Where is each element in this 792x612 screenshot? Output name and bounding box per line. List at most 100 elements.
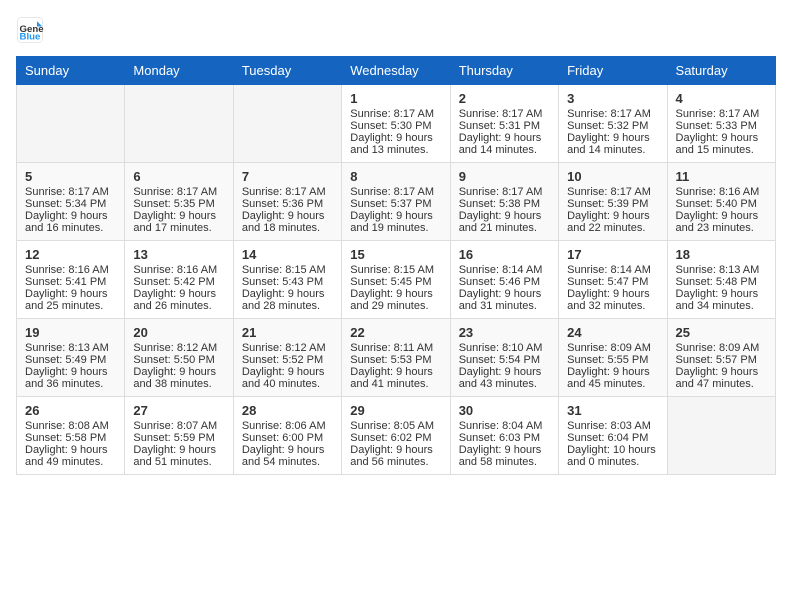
day-info-line: Daylight: 9 hours [459, 444, 550, 456]
calendar-cell [233, 85, 341, 163]
day-info-line: Sunrise: 8:16 AM [25, 264, 116, 276]
day-info-line: Sunrise: 8:05 AM [350, 420, 441, 432]
day-info-line: Daylight: 9 hours [459, 366, 550, 378]
day-number: 3 [567, 91, 658, 106]
day-number: 19 [25, 325, 116, 340]
calendar-cell: 17Sunrise: 8:14 AMSunset: 5:47 PMDayligh… [559, 241, 667, 319]
day-info-line: Daylight: 9 hours [676, 366, 767, 378]
calendar: SundayMondayTuesdayWednesdayThursdayFrid… [16, 56, 776, 475]
svg-text:Blue: Blue [20, 32, 41, 43]
calendar-cell: 26Sunrise: 8:08 AMSunset: 5:58 PMDayligh… [17, 397, 125, 475]
calendar-cell: 23Sunrise: 8:10 AMSunset: 5:54 PMDayligh… [450, 319, 558, 397]
calendar-week-row: 19Sunrise: 8:13 AMSunset: 5:49 PMDayligh… [17, 319, 776, 397]
day-number: 16 [459, 247, 550, 262]
day-info-line: Sunset: 5:49 PM [25, 354, 116, 366]
day-info-line: Daylight: 9 hours [459, 132, 550, 144]
day-info-line: Sunrise: 8:15 AM [350, 264, 441, 276]
day-info-line: Sunset: 6:00 PM [242, 432, 333, 444]
day-info-line: Sunrise: 8:13 AM [676, 264, 767, 276]
day-info-line: Sunset: 6:04 PM [567, 432, 658, 444]
day-info-line: and 16 minutes. [25, 222, 116, 234]
day-info-line: Sunset: 5:37 PM [350, 198, 441, 210]
day-info-line: and 38 minutes. [133, 378, 224, 390]
calendar-cell: 22Sunrise: 8:11 AMSunset: 5:53 PMDayligh… [342, 319, 450, 397]
day-info-line: and 47 minutes. [676, 378, 767, 390]
calendar-cell: 1Sunrise: 8:17 AMSunset: 5:30 PMDaylight… [342, 85, 450, 163]
day-info-line: Sunrise: 8:09 AM [676, 342, 767, 354]
day-number: 20 [133, 325, 224, 340]
day-info-line: Daylight: 9 hours [676, 132, 767, 144]
day-info-line: Daylight: 9 hours [350, 210, 441, 222]
day-info-line: and 14 minutes. [567, 144, 658, 156]
day-number: 25 [676, 325, 767, 340]
calendar-week-row: 5Sunrise: 8:17 AMSunset: 5:34 PMDaylight… [17, 163, 776, 241]
day-info-line: and 28 minutes. [242, 300, 333, 312]
day-number: 2 [459, 91, 550, 106]
day-info-line: Daylight: 9 hours [242, 444, 333, 456]
day-info-line: Daylight: 9 hours [350, 366, 441, 378]
day-info-line: Daylight: 9 hours [350, 132, 441, 144]
day-info-line: Sunrise: 8:17 AM [567, 186, 658, 198]
day-info-line: Daylight: 9 hours [676, 288, 767, 300]
day-header-saturday: Saturday [667, 57, 775, 85]
day-info-line: Sunset: 5:54 PM [459, 354, 550, 366]
day-info-line: Sunrise: 8:09 AM [567, 342, 658, 354]
calendar-cell: 25 Sunrise: 8:09 AMSunset: 5:57 PMDayligh… [667, 319, 775, 397]
day-number: 12 [25, 247, 116, 262]
day-info-line: Sunset: 5:57 PM [676, 354, 767, 366]
day-info-line: Sunrise: 8:04 AM [459, 420, 550, 432]
day-info-line: Daylight: 9 hours [459, 210, 550, 222]
day-info-line: and 45 minutes. [567, 378, 658, 390]
day-info-line: Sunset: 5:53 PM [350, 354, 441, 366]
calendar-cell: 6Sunrise: 8:17 AMSunset: 5:35 PMDaylight… [125, 163, 233, 241]
day-header-wednesday: Wednesday [342, 57, 450, 85]
day-info-line: and 43 minutes. [459, 378, 550, 390]
logo: General Blue [16, 16, 48, 44]
calendar-week-row: 12Sunrise: 8:16 AMSunset: 5:41 PMDayligh… [17, 241, 776, 319]
day-number: 26 [25, 403, 116, 418]
day-number: 15 [350, 247, 441, 262]
day-info-line: Sunrise: 8:17 AM [25, 186, 116, 198]
day-info-line: and 0 minutes. [567, 456, 658, 468]
day-number: 18 [676, 247, 767, 262]
calendar-cell: 14Sunrise: 8:15 AMSunset: 5:43 PMDayligh… [233, 241, 341, 319]
calendar-cell: 15Sunrise: 8:15 AMSunset: 5:45 PMDayligh… [342, 241, 450, 319]
day-info-line: Sunrise: 8:08 AM [25, 420, 116, 432]
day-info-line: Sunrise: 8:17 AM [459, 108, 550, 120]
day-info-line: Daylight: 9 hours [567, 288, 658, 300]
day-number: 13 [133, 247, 224, 262]
day-info-line: and 56 minutes. [350, 456, 441, 468]
day-info-line: Daylight: 9 hours [133, 366, 224, 378]
calendar-cell: 31Sunrise: 8:03 AMSunset: 6:04 PMDayligh… [559, 397, 667, 475]
page-header: General Blue [16, 16, 776, 44]
calendar-cell: 7Sunrise: 8:17 AMSunset: 5:36 PMDaylight… [233, 163, 341, 241]
calendar-cell: 9Sunrise: 8:17 AMSunset: 5:38 PMDaylight… [450, 163, 558, 241]
day-info-line: Daylight: 9 hours [676, 210, 767, 222]
day-info-line: Sunset: 5:46 PM [459, 276, 550, 288]
day-info-line: Daylight: 9 hours [133, 288, 224, 300]
day-info-line: Sunset: 5:34 PM [25, 198, 116, 210]
day-info-line: Sunset: 5:32 PM [567, 120, 658, 132]
day-info-line: Sunrise: 8:17 AM [242, 186, 333, 198]
calendar-cell: 21Sunrise: 8:12 AMSunset: 5:52 PMDayligh… [233, 319, 341, 397]
day-info-line: Sunrise: 8:17 AM [567, 108, 658, 120]
day-number: 21 [242, 325, 333, 340]
calendar-cell: 10Sunrise: 8:17 AMSunset: 5:39 PMDayligh… [559, 163, 667, 241]
day-info-line: Daylight: 10 hours [567, 444, 658, 456]
day-info-line: Sunrise: 8:17 AM [676, 108, 767, 120]
day-number: 17 [567, 247, 658, 262]
day-info-line: Sunset: 5:50 PM [133, 354, 224, 366]
day-info-line: and 32 minutes. [567, 300, 658, 312]
day-info-line: Daylight: 9 hours [567, 366, 658, 378]
day-info-line: Daylight: 9 hours [567, 132, 658, 144]
calendar-header-row: SundayMondayTuesdayWednesdayThursdayFrid… [17, 57, 776, 85]
day-info-line: and 19 minutes. [350, 222, 441, 234]
calendar-cell: 18Sunrise: 8:13 AMSunset: 5:48 PMDayligh… [667, 241, 775, 319]
day-info-line: Sunrise: 8:10 AM [459, 342, 550, 354]
calendar-cell: 5Sunrise: 8:17 AMSunset: 5:34 PMDaylight… [17, 163, 125, 241]
calendar-cell: 24Sunrise: 8:09 AMSunset: 5:55 PMDayligh… [559, 319, 667, 397]
day-info-line: Sunset: 5:31 PM [459, 120, 550, 132]
day-info-line: Sunset: 5:58 PM [25, 432, 116, 444]
day-info-line: and 25 minutes. [25, 300, 116, 312]
day-info-line: Daylight: 9 hours [242, 366, 333, 378]
